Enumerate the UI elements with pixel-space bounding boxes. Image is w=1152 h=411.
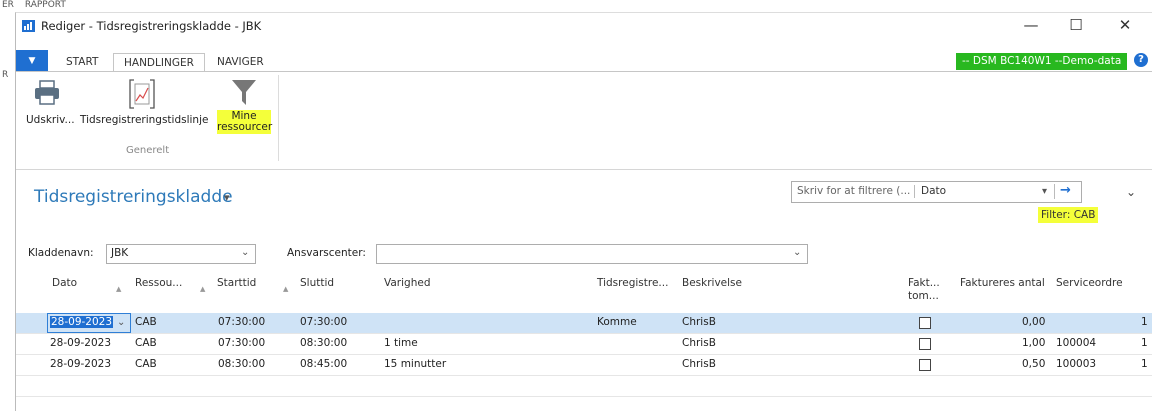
cell-beskrivelse[interactable]: ChrisB	[682, 316, 716, 328]
filter-input[interactable]: Skriv for at filtrere (...	[797, 185, 910, 197]
cell-dato[interactable]: 28-09-2023	[50, 358, 111, 370]
cell-ressource[interactable]: CAB	[135, 316, 157, 328]
kladdenavn-select[interactable]: JBK ⌄	[106, 244, 256, 264]
cell-beskrivelse[interactable]: ChrisB	[682, 337, 716, 349]
maximize-button[interactable]: ☐	[1061, 16, 1091, 36]
cell-dato[interactable]: 28-09-2023	[50, 316, 114, 328]
timeline-chart-icon	[129, 79, 155, 109]
background-fragment-left: R	[2, 70, 9, 80]
cell-starttid[interactable]: 07:30:00	[218, 337, 265, 349]
title-dropdown-icon[interactable]: ▾	[224, 191, 230, 204]
background-fragment: ER RAPPORT	[2, 0, 66, 10]
cell-antal[interactable]: 0,00	[1022, 316, 1045, 328]
kladdenavn-label: Kladdenavn:	[28, 247, 94, 259]
ribbon-divider	[278, 75, 279, 161]
chevron-down-icon: ⌄	[241, 247, 250, 258]
window-title: Rediger - Tidsregistreringskladde - JBK	[41, 19, 262, 33]
fakturerbar-checkbox[interactable]	[919, 338, 931, 350]
chevron-down-icon[interactable]: ⌄	[117, 317, 125, 328]
cell-serviceordre[interactable]: 100003	[1056, 358, 1096, 370]
row-divider	[16, 375, 1152, 376]
tab-naviger[interactable]: NAVIGER	[207, 53, 274, 71]
cell-ressource[interactable]: CAB	[135, 337, 157, 349]
sort-icon[interactable]: ▲	[283, 285, 288, 293]
table-row[interactable]: 28-09-2023 CAB 07:30:00 08:30:00 1 time …	[16, 334, 1152, 354]
col-fakturerbar[interactable]: Fakt... tom...	[908, 277, 940, 303]
tab-handlinger[interactable]: HANDLINGER	[113, 53, 205, 73]
table-header: Dato ▲ Ressou... ▲ Starttid ▲ Sluttid Va…	[16, 275, 1152, 313]
applied-filter-badge: Filter: CAB	[1038, 207, 1099, 223]
table-row[interactable]: 28-09-2023 CAB 08:30:00 08:45:00 15 minu…	[16, 355, 1152, 375]
cell-starttid[interactable]: 08:30:00	[218, 358, 265, 370]
row-divider	[16, 396, 1152, 397]
title-bar: Rediger - Tidsregistreringskladde - JBK …	[16, 13, 1152, 39]
my-resources-button[interactable]: Mine ressourcer	[210, 78, 278, 140]
cell-sluttid[interactable]: 08:30:00	[300, 337, 347, 349]
timeline-button[interactable]: Tidsregistreringstidslinje	[80, 78, 208, 133]
filter-divider	[914, 185, 915, 198]
minimize-button[interactable]: —	[1016, 16, 1046, 36]
cell-dato[interactable]: 28-09-2023	[50, 337, 111, 349]
filter-box[interactable]: Skriv for at filtrere (... Dato ▾ →	[791, 181, 1082, 203]
filter-funnel-icon	[232, 80, 256, 105]
sort-icon[interactable]: ▲	[116, 285, 121, 293]
fakturerbar-checkbox[interactable]	[919, 317, 931, 329]
cell-antal[interactable]: 1,00	[1022, 337, 1045, 349]
cell-next-column[interactable]: 1	[1141, 316, 1148, 328]
group-label-generelt: Generelt	[126, 145, 170, 156]
cell-varighed[interactable]: 15 minutter	[384, 358, 446, 370]
app-menu-button[interactable]: ▼	[16, 50, 48, 72]
cell-varighed[interactable]: 1 time	[384, 337, 418, 349]
sort-icon[interactable]: ▲	[200, 285, 205, 293]
printer-icon	[35, 80, 59, 105]
col-ressource[interactable]: Ressou...	[135, 277, 182, 289]
ansvarscenter-label: Ansvarscenter:	[287, 247, 366, 259]
cell-next-column[interactable]: 1	[1141, 358, 1148, 370]
close-button[interactable]: ✕	[1110, 16, 1140, 36]
col-sluttid[interactable]: Sluttid	[300, 277, 334, 289]
cell-antal[interactable]: 0,50	[1022, 358, 1045, 370]
cell-tidsregistrering[interactable]: Komme	[597, 316, 637, 328]
filter-divider-2	[1054, 184, 1055, 199]
cell-serviceordre[interactable]: 100004	[1056, 337, 1096, 349]
print-label: Udskriv...	[26, 114, 75, 126]
filter-field-chevron-icon[interactable]: ▾	[1042, 186, 1047, 197]
dialog-window: Rediger - Tidsregistreringskladde - JBK …	[15, 12, 1152, 411]
app-logo-icon	[22, 20, 35, 32]
col-dato[interactable]: Dato	[52, 277, 77, 289]
my-resources-label: Mine ressourcer	[217, 110, 273, 134]
timeline-label: Tidsregistreringstidslinje	[80, 114, 209, 126]
cell-sluttid[interactable]: 08:45:00	[300, 358, 347, 370]
col-faktureres-antal[interactable]: Faktureres antal	[960, 277, 1045, 289]
collapse-chevron-icon[interactable]: ⌄	[1126, 185, 1136, 199]
apply-filter-arrow-icon[interactable]: →	[1060, 183, 1071, 198]
col-serviceordre[interactable]: Serviceordre	[1056, 277, 1123, 289]
environment-badge: -- DSM BC140W1 --Demo-data	[956, 53, 1128, 70]
col-beskrivelse[interactable]: Beskrivelse	[682, 277, 742, 289]
help-icon[interactable]: ?	[1134, 53, 1148, 67]
cell-ressource[interactable]: CAB	[135, 358, 157, 370]
cell-starttid[interactable]: 07:30:00	[218, 316, 265, 328]
print-button[interactable]: Udskriv...	[22, 78, 75, 133]
tab-start[interactable]: START	[56, 53, 108, 71]
col-varighed[interactable]: Varighed	[384, 277, 430, 289]
chevron-down-icon: ⌄	[793, 247, 802, 258]
cell-beskrivelse[interactable]: ChrisB	[682, 358, 716, 370]
page-title: Tidsregistreringskladde	[34, 187, 233, 207]
kladdenavn-value: JBK	[111, 247, 129, 259]
cell-sluttid[interactable]: 07:30:00	[300, 316, 347, 328]
col-starttid[interactable]: Starttid	[217, 277, 256, 289]
ansvarscenter-select[interactable]: ⌄	[376, 244, 808, 264]
cell-next-column[interactable]: 1	[1141, 337, 1148, 349]
filter-field-select[interactable]: Dato	[921, 185, 946, 197]
fakturerbar-checkbox[interactable]	[919, 359, 931, 371]
table-row[interactable]: 28-09-2023 ⌄ CAB 07:30:00 07:30:00 Komme…	[16, 313, 1152, 333]
col-tidsregistrering[interactable]: Tidsregistre...	[597, 277, 668, 289]
